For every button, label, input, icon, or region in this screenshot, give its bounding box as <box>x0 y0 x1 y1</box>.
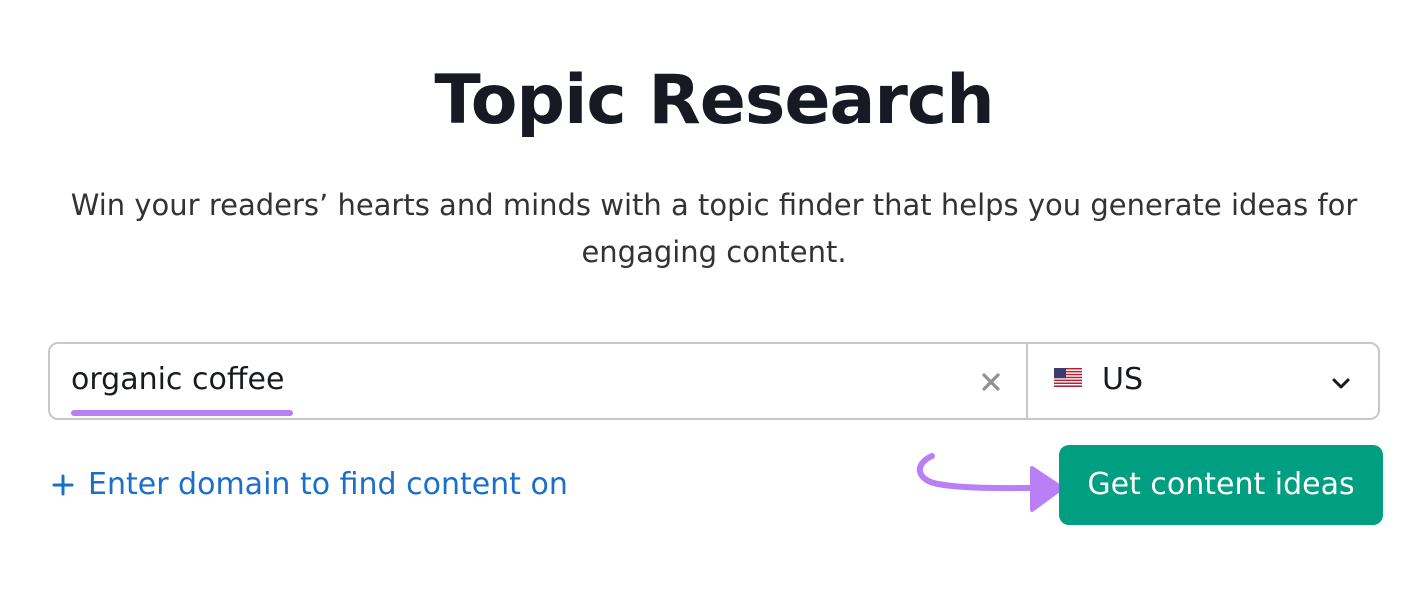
enter-domain-label: Enter domain to find content on <box>88 467 568 502</box>
curved-arrow-icon <box>917 453 1064 512</box>
country-select[interactable]: US <box>1028 344 1378 418</box>
page-title: Topic Research <box>434 61 994 140</box>
page-subtitle: Win your readers’ hearts and minds with … <box>70 188 1358 269</box>
chevron-down-icon <box>1332 378 1350 389</box>
underline-highlight <box>71 410 293 416</box>
country-selected-value: US <box>1102 362 1144 397</box>
us-flag-icon <box>1054 368 1082 387</box>
plus-icon <box>52 474 74 496</box>
search-bar: organic coffee US <box>48 342 1380 420</box>
enter-domain-link[interactable]: Enter domain to find content on <box>52 462 568 508</box>
get-content-ideas-button[interactable]: Get content ideas <box>1059 445 1383 525</box>
topic-search-input[interactable]: organic coffee <box>50 344 1028 418</box>
close-icon[interactable] <box>978 369 1004 395</box>
topic-research-page: Topic Research Win your readers’ hearts … <box>0 0 1428 600</box>
search-input-value[interactable]: organic coffee <box>71 360 284 400</box>
